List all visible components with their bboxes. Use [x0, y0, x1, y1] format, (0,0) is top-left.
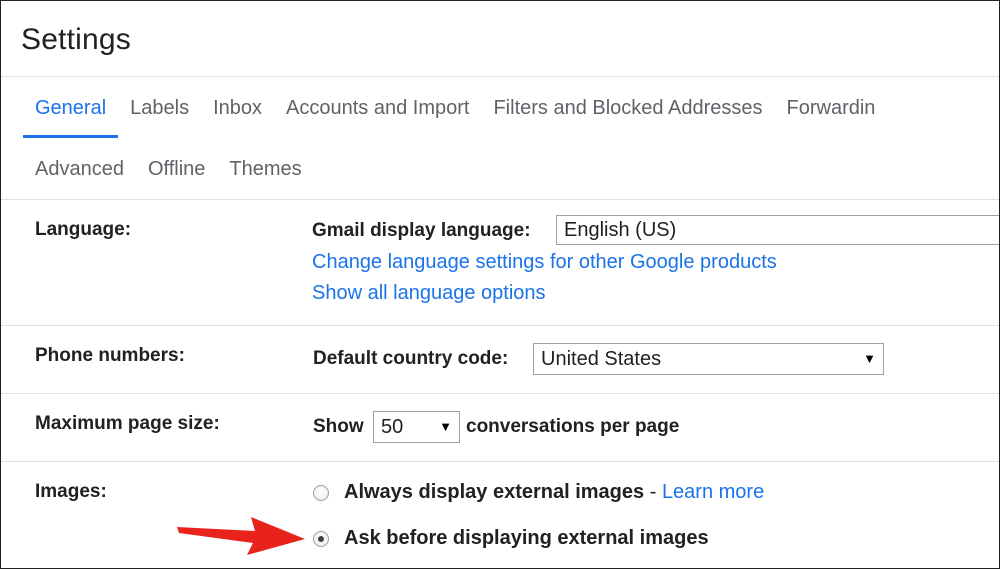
tab-advanced[interactable]: Advanced [23, 139, 136, 199]
divider [1, 199, 999, 200]
divider [1, 76, 999, 77]
red-arrow-icon [177, 517, 305, 555]
divider [1, 393, 999, 394]
separator: - [644, 481, 662, 503]
show-all-language-options-link[interactable]: Show all language options [312, 282, 546, 305]
display-language-select[interactable]: English (US) [556, 215, 999, 245]
tab-inbox[interactable]: Inbox [201, 78, 274, 138]
change-language-link[interactable]: Change language settings for other Googl… [312, 251, 777, 274]
always-display-label: Always display external images [344, 481, 645, 503]
tab-themes[interactable]: Themes [217, 139, 313, 199]
always-display-row: Always display external images - Learn m… [344, 481, 764, 504]
tabs-row-2: Advanced Offline Themes [23, 139, 314, 199]
display-language-label: Gmail display language: [312, 220, 531, 241]
show-label: Show [313, 416, 364, 437]
ask-before-displaying-label: Ask before displaying external images [344, 527, 709, 549]
divider [1, 325, 999, 326]
country-code-value: United States [541, 348, 662, 370]
always-display-radio[interactable] [313, 485, 329, 501]
caret-down-icon: ▼ [439, 419, 452, 434]
phone-numbers-label: Phone numbers: [35, 345, 185, 366]
tab-accounts-and-import[interactable]: Accounts and Import [274, 78, 481, 138]
tab-offline[interactable]: Offline [136, 139, 217, 199]
learn-more-link[interactable]: Learn more [662, 481, 764, 503]
images-label: Images: [35, 481, 107, 502]
country-code-label: Default country code: [313, 348, 509, 369]
conversations-per-page-label: conversations per page [466, 416, 680, 437]
page-title: Settings [21, 23, 131, 56]
country-code-select[interactable]: United States ▼ [533, 343, 884, 375]
tab-forwarding[interactable]: Forwardin [775, 78, 888, 138]
page-size-select[interactable]: 50 ▼ [373, 411, 460, 443]
page-size-value: 50 [381, 416, 404, 438]
divider [1, 461, 999, 462]
tabs-row-1: General Labels Inbox Accounts and Import Fil… [23, 78, 887, 138]
caret-down-icon: ▼ [863, 351, 876, 366]
max-page-size-label: Maximum page size: [35, 413, 220, 434]
ask-before-displaying-radio[interactable] [313, 531, 329, 547]
tab-filters-and-blocked-addresses[interactable]: Filters and Blocked Addresses [481, 78, 774, 138]
tab-general[interactable]: General [23, 78, 119, 138]
language-label: Language: [35, 219, 132, 240]
settings-window: Settings General Labels Inbox Accounts and … [0, 0, 1000, 569]
tab-labels[interactable]: Labels [118, 78, 201, 138]
